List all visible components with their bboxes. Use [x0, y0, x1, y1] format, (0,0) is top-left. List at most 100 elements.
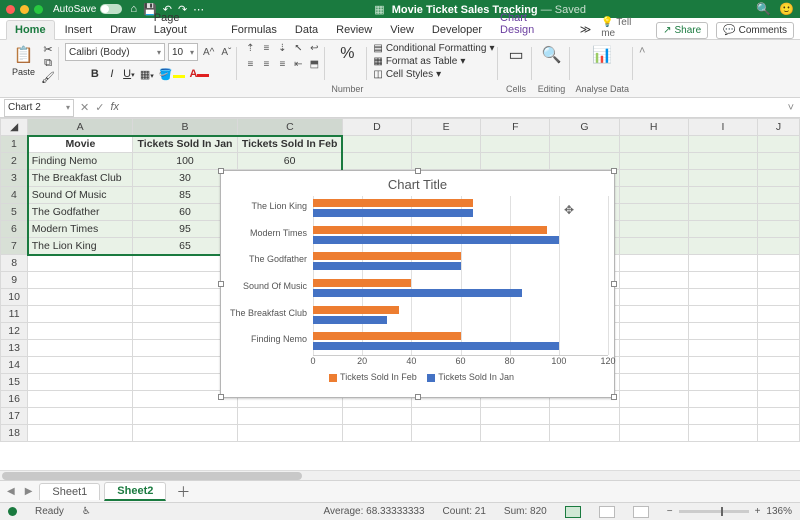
collapse-ribbon-icon[interactable]: ˄	[635, 43, 649, 59]
zoom-control[interactable]: − + 136%	[667, 506, 792, 517]
row-header[interactable]: 18	[1, 425, 28, 442]
resize-handle[interactable]	[218, 168, 224, 174]
col-header-J[interactable]: J	[758, 119, 800, 136]
cell[interactable]: The Godfather	[28, 204, 133, 221]
number-format-button[interactable]: %	[336, 43, 358, 65]
accessibility-icon[interactable]: ♿︎	[82, 506, 91, 517]
tab-developer[interactable]: Developer	[424, 21, 490, 39]
col-header-A[interactable]: A	[28, 119, 133, 136]
tab-page-layout[interactable]: Page Layout	[146, 9, 221, 39]
cell[interactable]: Modern Times	[28, 221, 133, 238]
resize-handle[interactable]	[611, 168, 617, 174]
resize-handle[interactable]	[415, 168, 421, 174]
zoom-level[interactable]: 136%	[766, 506, 792, 517]
tab-draw[interactable]: Draw	[102, 21, 144, 39]
zoom-slider[interactable]	[679, 510, 749, 513]
view-page-layout-icon[interactable]	[599, 506, 615, 518]
bold-button[interactable]: B	[89, 68, 101, 80]
zoom-out-icon[interactable]: −	[667, 506, 673, 517]
sheet-tab-sheet2[interactable]: Sheet2	[104, 482, 166, 501]
cell[interactable]: 60	[237, 153, 342, 170]
account-icon[interactable]: 🙂	[779, 2, 794, 16]
view-normal-icon[interactable]	[565, 506, 581, 518]
row-header[interactable]: 12	[1, 323, 28, 340]
row-header[interactable]: 15	[1, 374, 28, 391]
cell[interactable]: Movie	[28, 136, 133, 153]
tab-nav-first-icon[interactable]: ◀	[4, 486, 18, 497]
formula-input[interactable]	[125, 98, 782, 117]
search-title-icon[interactable]: 🔍	[756, 2, 771, 16]
analyse-data-button[interactable]: 📊	[588, 43, 616, 67]
chart-title[interactable]: Chart Title	[221, 171, 614, 194]
tab-insert[interactable]: Insert	[57, 21, 101, 39]
underline-button[interactable]: U▾	[123, 68, 135, 80]
zoom-in-icon[interactable]: +	[755, 506, 761, 517]
col-header-H[interactable]: H	[619, 119, 688, 136]
resize-handle[interactable]	[415, 394, 421, 400]
worksheet-area[interactable]: ◢ A B C D E F G H I J 1 Movie Tickets So…	[0, 118, 800, 480]
row-header[interactable]: 7	[1, 238, 28, 255]
resize-handle[interactable]	[218, 394, 224, 400]
col-header-B[interactable]: B	[133, 119, 238, 136]
col-header-F[interactable]: F	[481, 119, 550, 136]
macro-record-icon[interactable]	[8, 507, 17, 516]
resize-handle[interactable]	[218, 281, 224, 287]
align-right-icon[interactable]: ≡	[275, 59, 289, 73]
tab-nav-last-icon[interactable]: ▶	[22, 486, 36, 497]
cell[interactable]: The Lion King	[28, 238, 133, 255]
cells-button[interactable]: ▭	[504, 43, 527, 67]
horizontal-scrollbar[interactable]	[0, 470, 800, 480]
align-center-icon[interactable]: ≡	[259, 59, 273, 73]
sheet-tab-sheet1[interactable]: Sheet1	[39, 483, 100, 500]
row-header[interactable]: 2	[1, 153, 28, 170]
share-button[interactable]: ↗ Share	[656, 22, 708, 39]
format-painter-icon[interactable]: 🖌	[41, 71, 55, 84]
comments-button[interactable]: 💬 Comments	[716, 22, 794, 39]
embedded-chart[interactable]: Chart Title ✥ The Lion KingModern TimesT…	[220, 170, 615, 398]
cell[interactable]: Tickets Sold In Feb	[237, 136, 342, 153]
tell-me-search[interactable]: 💡 Tell me	[601, 17, 646, 39]
fullscreen-window-button[interactable]	[34, 5, 43, 14]
cell[interactable]: Finding Nemo	[28, 153, 133, 170]
confirm-edit-icon[interactable]: ✓	[95, 101, 104, 114]
minimize-window-button[interactable]	[20, 5, 29, 14]
cell[interactable]: Sound Of Music	[28, 187, 133, 204]
col-header-G[interactable]: G	[550, 119, 619, 136]
select-all-corner[interactable]: ◢	[1, 119, 28, 136]
tab-view[interactable]: View	[382, 21, 422, 39]
col-header-C[interactable]: C	[237, 119, 342, 136]
merge-cells-icon[interactable]: ⬒	[307, 59, 321, 73]
tab-formulas[interactable]: Formulas	[223, 21, 285, 39]
chart-legend[interactable]: Tickets Sold In Feb Tickets Sold In Jan	[221, 370, 614, 384]
scroll-thumb[interactable]	[2, 472, 302, 480]
align-left-icon[interactable]: ≡	[243, 59, 257, 73]
col-header-I[interactable]: I	[688, 119, 757, 136]
autosave-toggle[interactable]: AutoSave	[53, 4, 122, 15]
tab-home[interactable]: Home	[6, 20, 55, 40]
cell[interactable]: The Breakfast Club	[28, 170, 133, 187]
row-header[interactable]: 6	[1, 221, 28, 238]
name-box[interactable]: Chart 2▾	[4, 99, 74, 117]
col-header-E[interactable]: E	[411, 119, 480, 136]
tab-chart-design[interactable]: Chart Design	[492, 9, 570, 39]
cancel-edit-icon[interactable]: ✕	[80, 101, 89, 114]
row-header[interactable]: 10	[1, 289, 28, 306]
increase-font-icon[interactable]: A^	[201, 47, 216, 58]
row-header[interactable]: 13	[1, 340, 28, 357]
add-sheet-button[interactable]: ＋	[170, 482, 196, 502]
row-header[interactable]: 5	[1, 204, 28, 221]
tab-data[interactable]: Data	[287, 21, 326, 39]
conditional-formatting-button[interactable]: ▤Conditional Formatting ▾	[373, 43, 494, 54]
fill-color-button[interactable]: 🪣	[159, 68, 185, 81]
view-page-break-icon[interactable]	[633, 506, 649, 518]
cut-icon[interactable]: ✂	[43, 43, 52, 56]
font-color-button[interactable]: A	[190, 68, 210, 80]
resize-handle[interactable]	[611, 394, 617, 400]
resize-handle[interactable]	[611, 281, 617, 287]
row-header[interactable]: 1	[1, 136, 28, 153]
editing-button[interactable]: 🔍	[538, 43, 566, 67]
row-header[interactable]: 3	[1, 170, 28, 187]
tab-review[interactable]: Review	[328, 21, 380, 39]
row-header[interactable]: 14	[1, 357, 28, 374]
align-bottom-icon[interactable]: ⇣	[275, 43, 289, 57]
